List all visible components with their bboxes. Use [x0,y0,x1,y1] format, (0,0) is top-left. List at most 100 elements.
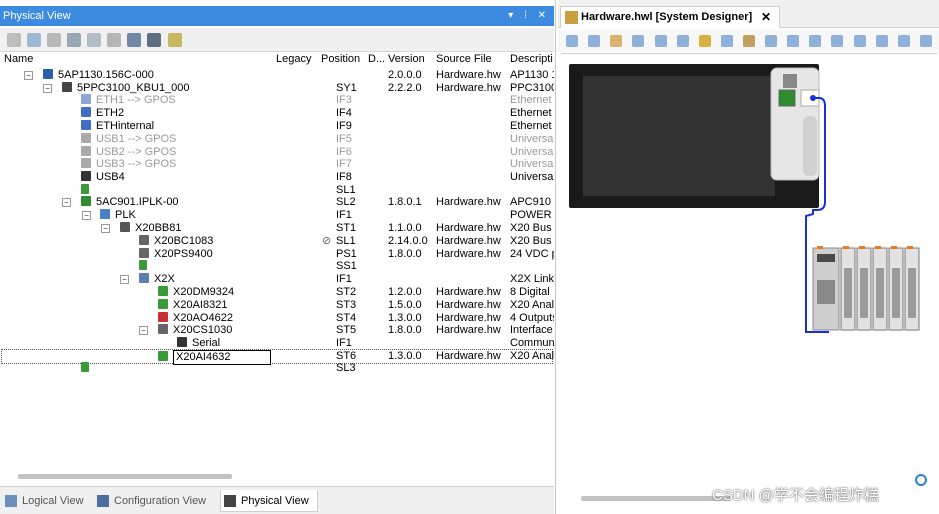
tab-physical-view[interactable]: Physical View [220,490,318,512]
collapse-icon[interactable]: − [120,275,129,284]
toolbar-search-icon[interactable] [27,33,42,47]
collapse-icon[interactable]: − [82,211,91,220]
col-position[interactable]: Position [321,53,360,65]
toolbar-compare-icon[interactable] [87,33,102,47]
tab-configuration-view[interactable]: Configuration View [94,490,206,512]
row-version: 1.5.0.0 [388,299,422,311]
tree-row[interactable]: ETH1 --> GPOS IF3 Ethernet [0,94,554,107]
led [891,246,897,249]
tree-row[interactable]: X20AI8321 ST3 1.5.0.0 Hardware.hw X20 An… [0,299,554,312]
row-name: 5AC901.IPLK-00 [96,196,179,208]
collapse-icon[interactable]: − [24,71,33,80]
usb-icon [81,133,91,143]
toolbar-icon-8 [721,35,733,47]
col-description[interactable]: Descripti [510,53,553,65]
tree-row[interactable]: ETHinternal IF9 Ethernet [0,120,554,133]
hardware-canvas[interactable] [561,53,937,489]
row-name: X20DM9324 [173,286,235,298]
row-description: POWER [510,209,552,221]
tree-row[interactable]: SS1 [0,260,554,273]
tree-row[interactable]: ETH2 IF4 Ethernet [0,107,554,120]
tree-row[interactable]: SL3 [0,362,554,375]
tree-row[interactable]: USB3 --> GPOS IF7 Universa [0,158,554,171]
tab-hardware-hwl[interactable]: Hardware.hwl [System Designer] ✕ [560,6,780,28]
toolbar-icon-1 [566,35,578,47]
col-name[interactable]: Name [4,53,33,65]
row-name: X20AO4622 [173,312,233,324]
interface-card-icon [81,196,91,206]
toolbar-icon-9 [743,35,755,47]
row-source: Hardware.hw [436,69,501,81]
pc-side-slot [803,116,817,176]
row-name: USB1 --> GPOS [96,133,177,145]
tree-row[interactable]: − X2X IF1 X2X Link [0,273,554,286]
tree-row[interactable]: − X20CS1030 ST5 1.8.0.0 Hardware.hw Inte… [0,324,554,337]
view-tabs: Logical View Configuration View Physical… [0,486,554,514]
designer-toolbar-icons[interactable] [558,30,939,52]
hardware-diagram[interactable] [561,54,937,490]
row-name: X20CS1030 [173,324,233,336]
tree-row[interactable]: X20BC1083 ⊘ SL1 2.14.0.0 Hardware.hw X20… [0,235,554,248]
horizontal-scrollbar[interactable] [18,474,232,479]
toolbar-tool-icon[interactable] [127,33,142,47]
row-name: 5AP1130.156C-000 [58,69,154,81]
row-name: USB2 --> GPOS [96,146,177,158]
close-icon[interactable]: ✕ [761,7,771,28]
physical-view-icon [224,495,236,507]
logical-view-icon [5,495,17,507]
row-source: Hardware.hw [436,222,501,234]
collapse-icon[interactable]: − [101,224,110,233]
col-legacy[interactable]: Legacy [276,53,311,65]
row-description: AP1130 1 [510,69,554,81]
tree-row[interactable]: X20DM9324 ST2 1.2.0.0 Hardware.hw 8 Digi… [0,286,554,299]
collapse-icon[interactable]: − [62,198,71,207]
tree-row[interactable]: − PLK IF1 POWER [0,209,554,222]
toolbar-filter-icon[interactable] [67,33,82,47]
tree-row[interactable]: − 5AP1130.156C-000 2.0.0.0 Hardware.hw A… [0,69,554,82]
collapse-icon[interactable]: − [43,84,52,93]
row-description: Ethernet [510,94,552,106]
toolbar-hardware-icon[interactable] [147,33,162,47]
zoom-icon[interactable] [915,474,927,486]
tree-row[interactable]: − X20BB81 ST1 1.1.0.0 Hardware.hw X20 Bu… [0,222,554,235]
led [907,246,913,249]
col-d[interactable]: D... [368,53,385,65]
row-name: X20BC1083 [154,235,214,247]
toolbar-icon-16 [898,35,910,47]
terminal-block [876,268,884,318]
row-name: ETH2 [96,107,125,119]
row-description: Universa [510,171,554,183]
toolbar-list-icon[interactable] [47,33,62,47]
panel-controls[interactable]: ▾ ⁞ ✕ [508,6,550,26]
hardware-tool-icon [565,11,578,24]
panel-pc-screen [583,76,775,196]
toolbar-icon-4 [632,35,644,47]
interface-card-slot[interactable] [778,89,796,107]
canvas-horizontal-scrollbar[interactable] [581,496,731,501]
col-source[interactable]: Source File [436,53,492,65]
toolbar-export-icon[interactable] [107,33,122,47]
row-description: X20 Anal [510,299,554,311]
col-version[interactable]: Version [388,53,425,65]
io-module-icon [158,312,168,322]
collapse-icon[interactable]: − [139,326,148,335]
pc-device-icon [62,82,72,92]
row-source: Hardware.hw [436,324,501,336]
row-description: 8 Digital [510,286,550,298]
row-description: X2X Link [510,273,554,285]
panel-toolbar [0,28,554,52]
row-description: Universa [510,133,554,145]
toolbar-pen-icon[interactable] [167,33,182,47]
tree-row[interactable]: − 5AC901.IPLK-00 SL2 1.8.0.1 Hardware.hw… [0,196,554,209]
tree-row[interactable]: USB4 IF8 Universa [0,171,554,184]
tree-row[interactable]: Serial IF1 Commun [0,337,554,350]
led [843,246,849,249]
toolbar-properties-icon[interactable] [7,33,21,47]
row-version: 1.2.0.0 [388,286,422,298]
toolbar-icon-7 [699,35,711,47]
toolbar-icon-13 [831,35,843,47]
row-position: SL1 [336,235,356,247]
tree-row[interactable]: USB1 --> GPOS IF5 Universa [0,133,554,146]
tab-logical-view[interactable]: Logical View [2,490,84,512]
serial-port-icon [177,337,187,347]
